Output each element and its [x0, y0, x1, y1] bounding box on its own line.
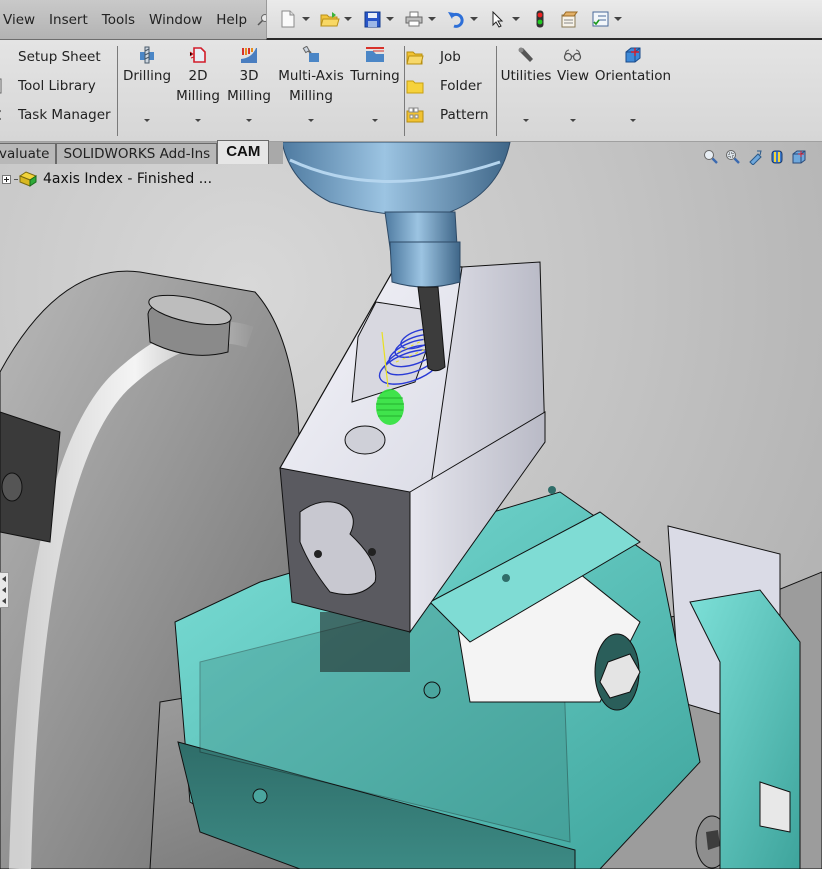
arrow-left-icon: [2, 575, 6, 582]
turning-dropdown[interactable]: [372, 119, 378, 122]
2d-milling-button[interactable]: 2D Milling: [176, 44, 220, 122]
undo-dropdown[interactable]: [467, 8, 481, 30]
orientation-dropdown[interactable]: [630, 119, 636, 122]
menu-bar: View Insert Tools Window Help: [0, 0, 270, 40]
arrow-left-icon: [2, 586, 6, 593]
setup-sheet-icon: [0, 49, 8, 65]
menu-tools[interactable]: Tools: [95, 0, 142, 40]
view-orientation-icon[interactable]: [790, 148, 808, 166]
menu-insert[interactable]: Insert: [42, 0, 95, 40]
drilling-button[interactable]: Drilling: [123, 44, 171, 122]
command-manager-tabs: valuate SOLIDWORKS Add-Ins CAM: [0, 140, 283, 164]
ribbon-separator: [117, 46, 118, 136]
utilities-button[interactable]: Utilities: [501, 44, 551, 122]
drilling-dropdown[interactable]: [144, 119, 150, 122]
wrench-icon: [515, 44, 537, 66]
print-dropdown[interactable]: [425, 8, 439, 30]
new-document-icon[interactable]: [277, 8, 299, 30]
tool-library-button[interactable]: Tool Library: [0, 73, 96, 99]
3d-milling-button[interactable]: 3D Milling: [227, 44, 271, 122]
open-folder-icon[interactable]: [319, 8, 341, 30]
ribbon-separator: [404, 46, 405, 136]
cam-ribbon: Setup Sheet Tool Library Task Manager Dr…: [0, 40, 822, 142]
part-icon: [18, 170, 38, 188]
zoom-to-area-icon[interactable]: [724, 148, 742, 166]
file-properties-icon[interactable]: [559, 8, 581, 30]
task-manager-icon: [0, 107, 8, 123]
folder-button[interactable]: Folder: [406, 73, 482, 99]
folder-icon: [406, 78, 424, 94]
arrow-left-icon: [2, 598, 6, 605]
drilling-icon: [136, 44, 158, 66]
feature-tree: 4axis Index - Finished ...: [0, 170, 212, 188]
menu-window[interactable]: Window: [142, 0, 209, 40]
orientation-button[interactable]: Orientation: [595, 44, 671, 122]
panel-collapse-handle[interactable]: [0, 572, 9, 608]
quick-access-toolbar: [266, 0, 822, 40]
save-dropdown[interactable]: [383, 8, 397, 30]
job-button[interactable]: Job: [406, 44, 461, 70]
select-dropdown[interactable]: [509, 8, 523, 30]
turning-icon: [364, 44, 386, 66]
tree-root-label[interactable]: 4axis Index - Finished ...: [43, 171, 212, 187]
3d-model-scene: [0, 142, 822, 869]
select-pointer-icon[interactable]: [487, 8, 509, 30]
menu-view[interactable]: View: [0, 0, 42, 40]
previous-view-icon[interactable]: [746, 148, 764, 166]
ribbon-separator: [496, 46, 497, 136]
2d-milling-icon: [187, 44, 209, 66]
graphics-viewport[interactable]: 4axis Index - Finished ...: [0, 142, 822, 869]
new-dropdown[interactable]: [299, 8, 313, 30]
print-icon[interactable]: [403, 8, 425, 30]
options-dropdown[interactable]: [611, 8, 625, 30]
3d-milling-dropdown[interactable]: [246, 119, 252, 122]
tool-library-icon: [0, 78, 8, 94]
tab-cam[interactable]: CAM: [217, 140, 270, 164]
title-toolbar-strip: View Insert Tools Window Help: [0, 0, 822, 40]
save-icon[interactable]: [361, 8, 383, 30]
options-checklist-icon[interactable]: [589, 8, 611, 30]
2d-milling-dropdown[interactable]: [195, 119, 201, 122]
zoom-to-fit-icon[interactable]: [702, 148, 720, 166]
multi-axis-milling-icon: [300, 44, 322, 66]
pattern-button[interactable]: Pattern: [406, 102, 489, 128]
tab-solidworks-add-ins[interactable]: SOLIDWORKS Add-Ins: [56, 143, 218, 164]
setup-sheet-button[interactable]: Setup Sheet: [0, 44, 101, 70]
pattern-icon: [406, 107, 424, 123]
glasses-icon: [562, 44, 584, 66]
multi-axis-milling-dropdown[interactable]: [308, 119, 314, 122]
view-button[interactable]: View: [556, 44, 590, 122]
expand-toggle[interactable]: [2, 174, 11, 184]
section-view-icon[interactable]: [768, 148, 786, 166]
orientation-cube-icon: [622, 44, 644, 66]
3d-milling-icon: [238, 44, 260, 66]
task-manager-button[interactable]: Task Manager: [0, 102, 111, 128]
multi-axis-milling-button[interactable]: Multi-Axis Milling: [278, 44, 344, 122]
utilities-dropdown[interactable]: [523, 119, 529, 122]
menu-help[interactable]: Help: [209, 0, 254, 40]
undo-icon[interactable]: [445, 8, 467, 30]
open-dropdown[interactable]: [341, 8, 355, 30]
turning-button[interactable]: Turning: [350, 44, 400, 122]
heads-up-view-toolbar: [702, 148, 808, 166]
tab-evaluate[interactable]: valuate: [0, 143, 57, 164]
view-dropdown[interactable]: [570, 119, 576, 122]
job-folder-icon: [406, 49, 424, 65]
rebuild-traffic-light-icon[interactable]: [529, 8, 551, 30]
